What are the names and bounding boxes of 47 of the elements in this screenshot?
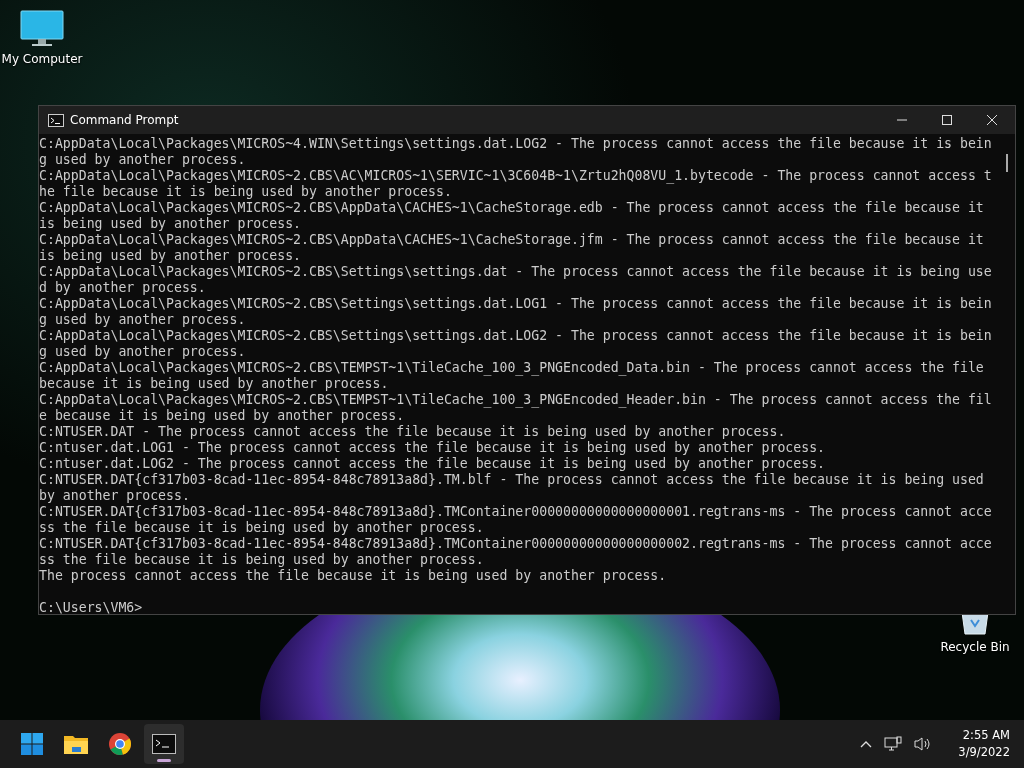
windows-logo-icon (21, 733, 43, 755)
console-output-line: g used by another process. (39, 312, 246, 328)
desktop-icon-label[interactable]: Recycle Bin (940, 640, 1010, 654)
close-icon[interactable] (986, 114, 998, 126)
console-output-line: C:NTUSER.DAT{cf317b03-8cad-11ec-8954-848c78913a8d}.TM.blf - The process cannot access the file because it is being used (39, 472, 984, 488)
console-output-line: The process cannot access the file because it is being used by another process. (39, 568, 667, 584)
console-output-line: g used by another process. (39, 344, 246, 360)
taskbar-app-button[interactable] (144, 724, 184, 764)
console-output-line: C:AppData\Local\Packages\MICROS~2.CBS\AC\MICROS~1\SERVIC~1\3C604B~1\Zrtu2hQ08VU_1.bytecode - The process cannot access t (39, 168, 992, 184)
console-output-line: d by another process. (39, 280, 206, 296)
console-output-line: g used by another process. (39, 152, 246, 168)
console-output-line: ss the file because it is being used by another process. (39, 552, 484, 568)
console-output-line: C:AppData\Local\Packages\MICROS~2.CBS\Settings\settings.dat.LOG1 - The process cannot access the file because it is bein (39, 296, 992, 312)
network-icon[interactable] (884, 736, 903, 752)
console-output-line: he file because it is being used by another process. (39, 184, 452, 200)
chevron-up-icon[interactable] (860, 740, 873, 748)
console-output-line: C:AppData\Local\Packages\MICROS~4.WIN\Settings\settings.dat.LOG2 - The process cannot access the file because it is bein (39, 136, 992, 152)
speaker-icon[interactable] (914, 736, 933, 752)
maximize-icon[interactable] (941, 114, 953, 126)
console-output-line: C:AppData\Local\Packages\MICROS~2.CBS\Settings\settings.dat.LOG2 - The process cannot access the file because it is bein (39, 328, 992, 344)
console-output-line: C:AppData\Local\Packages\MICROS~2.CBS\AppData\CACHES~1\CacheStorage.jfm - The process cannot access the file because it (39, 232, 984, 248)
console-output-line: C:NTUSER.DAT - The process cannot access the file because it is being used by another process. (39, 424, 786, 440)
console-output-line: e because it is being used by another process. (39, 408, 405, 424)
terminal-icon (48, 113, 64, 127)
console-output-line: C:AppData\Local\Packages\MICROS~2.CBS\TEMPST~1\TileCache_100_3_PNGEncoded_Header.bin - The process cannot access the fil (39, 392, 992, 408)
console-output-line: ss the file because it is being used by another process. (39, 520, 484, 536)
scrollbar-thumb[interactable] (1006, 154, 1008, 172)
console-output-line: C:NTUSER.DAT{cf317b03-8cad-11ec-8954-848c78913a8d}.TMContainer00000000000000000002.regtrans-ms - The process cannot acce (39, 536, 992, 552)
terminal-icon (152, 734, 176, 754)
clock-date[interactable]: 3/9/2022 (958, 744, 1010, 761)
desktop-icon-label[interactable]: My Computer (1, 52, 83, 66)
console-output-line: C:NTUSER.DAT{cf317b03-8cad-11ec-8954-848c78913a8d}.TMContainer00000000000000000001.regtrans-ms - The process cannot acce (39, 504, 992, 520)
console-output-line: is being used by another process. (39, 248, 301, 264)
console-output-line: C:AppData\Local\Packages\MICROS~2.CBS\AppData\CACHES~1\CacheStorage.edb - The process cannot access the file because it (39, 200, 984, 216)
folder-icon (64, 734, 88, 754)
command-prompt-line[interactable]: C:\Users\VM6> (39, 600, 143, 616)
console-output-line: C:AppData\Local\Packages\MICROS~2.CBS\Settings\settings.dat - The process cannot access the file because it is being use (39, 264, 992, 280)
console-output-line: is being used by another process. (39, 216, 301, 232)
console-output-line: because it is being used by another process. (39, 376, 389, 392)
console-output-line: C:ntuser.dat.LOG2 - The process cannot access the file because it is being used by another process. (39, 456, 825, 472)
browser-icon (109, 733, 131, 755)
clock-time[interactable]: 2:55 AM (962, 727, 1010, 744)
console-output-line: C:ntuser.dat.LOG1 - The process cannot access the file because it is being used by another process. (39, 440, 825, 456)
monitor-icon[interactable] (20, 10, 64, 48)
window-title: Command Prompt (70, 113, 179, 127)
console-output-line: by another process. (39, 488, 190, 504)
console-output-line: C:AppData\Local\Packages\MICROS~2.CBS\TEMPST~1\TileCache_100_3_PNGEncoded_Data.bin - The process cannot access the file (39, 360, 984, 376)
